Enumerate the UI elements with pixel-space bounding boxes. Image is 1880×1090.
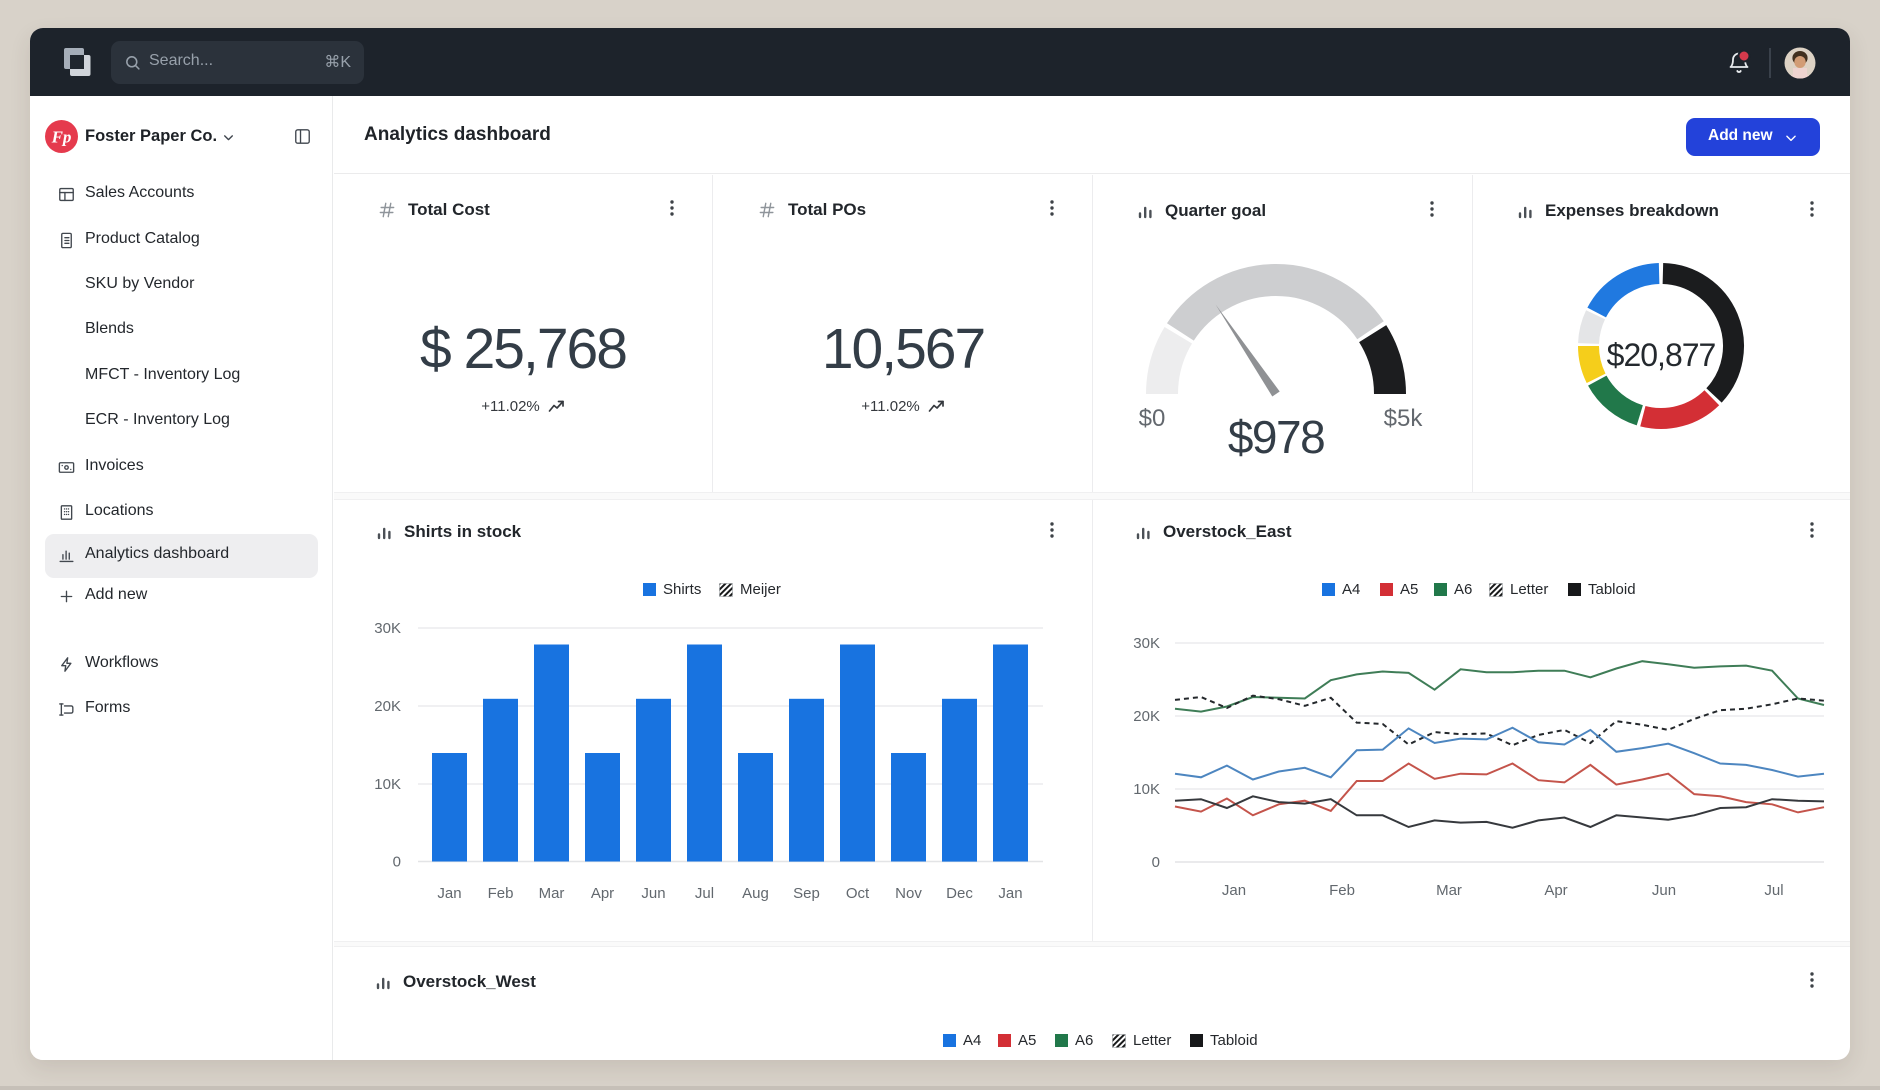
svg-text:Sep: Sep [793, 885, 820, 902]
svg-text:Oct: Oct [846, 885, 870, 902]
svg-text:Aug: Aug [742, 885, 769, 902]
svg-text:Fp: Fp [51, 128, 72, 147]
svg-text:Nov: Nov [895, 885, 922, 902]
svg-text:Jun: Jun [1652, 882, 1676, 899]
svg-text:Apr: Apr [1544, 882, 1567, 899]
svg-text:Jul: Jul [1764, 882, 1783, 899]
svg-text:Jan: Jan [1222, 882, 1246, 899]
svg-text:Dec: Dec [946, 885, 973, 902]
svg-text:20K: 20K [1133, 708, 1160, 725]
svg-text:Jul: Jul [695, 885, 714, 902]
svg-text:Jun: Jun [641, 885, 665, 902]
svg-text:0: 0 [393, 854, 401, 871]
svg-text:Jan: Jan [998, 885, 1022, 902]
svg-text:10K: 10K [1133, 781, 1160, 798]
svg-text:0: 0 [1152, 854, 1160, 871]
svg-text:10K: 10K [374, 776, 401, 793]
svg-text:Apr: Apr [591, 885, 614, 902]
svg-text:30K: 30K [374, 620, 401, 637]
svg-text:20K: 20K [374, 698, 401, 715]
svg-text:Feb: Feb [1329, 882, 1355, 899]
svg-text:Mar: Mar [1436, 882, 1462, 899]
svg-text:Feb: Feb [488, 885, 514, 902]
svg-text:Mar: Mar [539, 885, 565, 902]
svg-text:30K: 30K [1133, 635, 1160, 652]
svg-text:Jan: Jan [437, 885, 461, 902]
